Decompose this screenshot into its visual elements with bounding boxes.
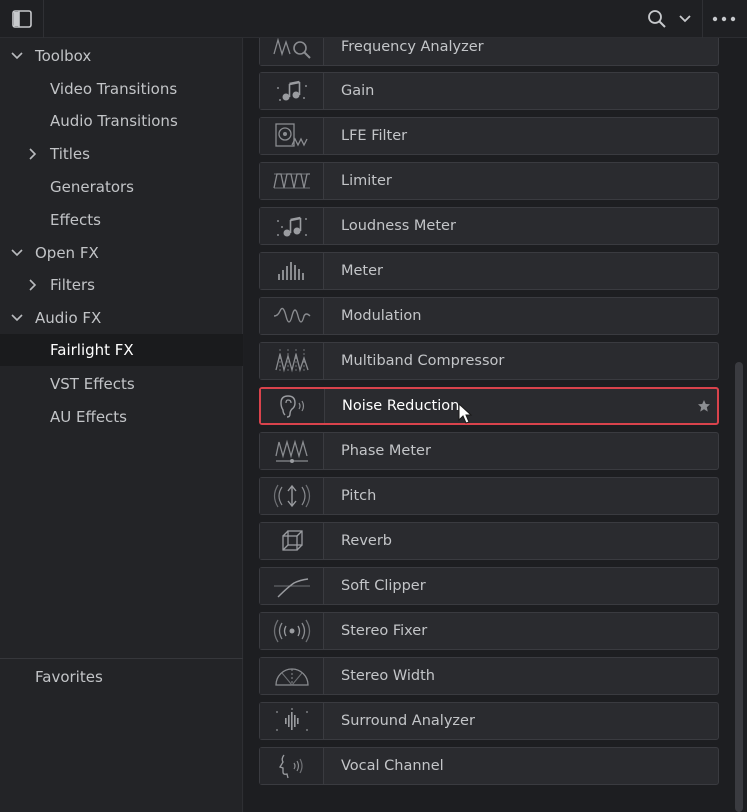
effect-row-multiband-compressor[interactable]: Multiband Compressor	[259, 342, 719, 380]
effect-row-gain[interactable]: Gain	[259, 72, 719, 110]
effect-name: Multiband Compressor	[341, 353, 505, 369]
noise-reduction-icon	[261, 389, 325, 423]
tree-item-label: AU Effects	[50, 408, 127, 426]
gain-icon	[260, 73, 324, 109]
effect-name: Modulation	[341, 308, 422, 324]
stereo-fixer-icon	[260, 613, 324, 649]
effect-name: Vocal Channel	[341, 758, 444, 774]
top-toolbar	[0, 0, 747, 38]
search-button[interactable]	[645, 8, 669, 30]
sidebar-toggle-icon	[11, 10, 32, 28]
effect-row-stereo-fixer[interactable]: Stereo Fixer	[259, 612, 719, 650]
modulation-icon	[260, 298, 324, 334]
effect-row-limiter[interactable]: Limiter	[259, 162, 719, 200]
vertical-scrollbar[interactable]	[735, 362, 743, 812]
effect-name: Stereo Fixer	[341, 623, 428, 639]
stereo-width-icon	[260, 658, 324, 694]
tree-item-audio-transitions[interactable]: Audio Transitions	[0, 105, 243, 137]
effect-row-reverb[interactable]: Reverb	[259, 522, 719, 560]
loudness-meter-icon	[260, 208, 324, 244]
tree-item-label: Audio Transitions	[50, 112, 178, 130]
tree-item-toolbox[interactable]: Toolbox	[0, 40, 243, 72]
effect-name: Pitch	[341, 488, 377, 504]
mouse-pointer-icon	[458, 403, 473, 424]
tree-item-label: Video Transitions	[50, 80, 178, 98]
effect-row-stereo-width[interactable]: Stereo Width	[259, 657, 719, 695]
favorite-star-icon[interactable]	[697, 399, 711, 413]
limiter-icon	[260, 163, 324, 199]
reverb-icon	[260, 523, 324, 559]
more-options-button[interactable]	[710, 12, 738, 26]
tree-item-label: Effects	[50, 211, 101, 229]
effect-row-phase-meter[interactable]: Phase Meter	[259, 432, 719, 470]
tree-item-fairlight-fx[interactable]: Fairlight FX	[0, 334, 243, 366]
effect-name: Frequency Analyzer	[341, 39, 484, 55]
effect-row-surround-analyzer[interactable]: Surround Analyzer	[259, 702, 719, 740]
toolbar-divider	[702, 0, 703, 38]
chevron-right-icon[interactable]	[26, 278, 40, 292]
effect-name: Noise Reduction	[342, 398, 460, 414]
tree-item-label: Generators	[50, 178, 134, 196]
effect-name: Reverb	[341, 533, 393, 549]
favorites-divider	[0, 658, 243, 659]
effect-name: Meter	[341, 263, 383, 279]
effects-list-panel: Frequency Analyzer Gain LFE Filter Limit…	[244, 38, 747, 812]
lfe-filter-icon	[260, 118, 324, 154]
chevron-down-icon	[679, 15, 691, 23]
effect-name: Phase Meter	[341, 443, 431, 459]
vocal-channel-icon	[260, 748, 324, 784]
tree-item-effects[interactable]: Effects	[0, 204, 243, 236]
effects-library-sidebar: Toolbox Video Transitions Audio Transiti…	[0, 38, 243, 812]
effect-row-frequency-analyzer[interactable]: Frequency Analyzer	[259, 38, 719, 66]
tree-item-generators[interactable]: Generators	[0, 171, 243, 203]
pitch-icon	[260, 478, 324, 514]
effect-row-noise-reduction[interactable]: Noise Reduction	[259, 387, 719, 425]
effect-name: LFE Filter	[341, 128, 408, 144]
chevron-right-icon[interactable]	[26, 147, 40, 161]
surround-analyzer-icon	[260, 703, 324, 739]
tree-item-label: Audio FX	[35, 309, 102, 327]
chevron-down-icon[interactable]	[10, 246, 24, 260]
effect-name: Stereo Width	[341, 668, 435, 684]
effect-row-loudness-meter[interactable]: Loudness Meter	[259, 207, 719, 245]
favorites-section[interactable]: Favorites	[0, 661, 243, 693]
effect-row-vocal-channel[interactable]: Vocal Channel	[259, 747, 719, 785]
effect-name: Limiter	[341, 173, 392, 189]
tree-item-label: Titles	[50, 145, 90, 163]
favorites-label: Favorites	[35, 668, 103, 686]
tree-item-vst-effects[interactable]: VST Effects	[0, 368, 243, 400]
tree-item-filters[interactable]: Filters	[0, 269, 243, 301]
effect-name: Surround Analyzer	[341, 713, 475, 729]
phase-meter-icon	[260, 433, 324, 469]
chevron-down-icon[interactable]	[10, 49, 24, 63]
tree-item-label: Filters	[50, 276, 95, 294]
tree-item-label: VST Effects	[50, 375, 135, 393]
tree-item-video-transitions[interactable]: Video Transitions	[0, 73, 243, 105]
tree-item-label: Toolbox	[35, 47, 92, 65]
tree-item-titles[interactable]: Titles	[0, 138, 243, 170]
search-icon	[648, 10, 666, 28]
toggle-panel-button[interactable]	[0, 0, 44, 38]
tree-item-label: Fairlight FX	[50, 341, 134, 359]
tree-item-audio-fx[interactable]: Audio FX	[0, 302, 243, 334]
effect-row-meter[interactable]: Meter	[259, 252, 719, 290]
more-options-icon	[712, 16, 736, 22]
effect-row-lfe-filter[interactable]: LFE Filter	[259, 117, 719, 155]
effect-name: Loudness Meter	[341, 218, 456, 234]
tree-item-label: Open FX	[35, 244, 99, 262]
effect-row-modulation[interactable]: Modulation	[259, 297, 719, 335]
multiband-compressor-icon	[260, 343, 324, 379]
search-dropdown-button[interactable]	[677, 11, 693, 27]
meter-icon	[260, 253, 324, 289]
tree-item-open-fx[interactable]: Open FX	[0, 237, 243, 269]
effect-name: Gain	[341, 83, 375, 99]
chevron-down-icon[interactable]	[10, 311, 24, 325]
frequency-analyzer-icon	[260, 38, 324, 65]
soft-clipper-icon	[260, 568, 324, 604]
effect-name: Soft Clipper	[341, 578, 426, 594]
effect-row-soft-clipper[interactable]: Soft Clipper	[259, 567, 719, 605]
effect-row-pitch[interactable]: Pitch	[259, 477, 719, 515]
tree-item-au-effects[interactable]: AU Effects	[0, 401, 243, 433]
